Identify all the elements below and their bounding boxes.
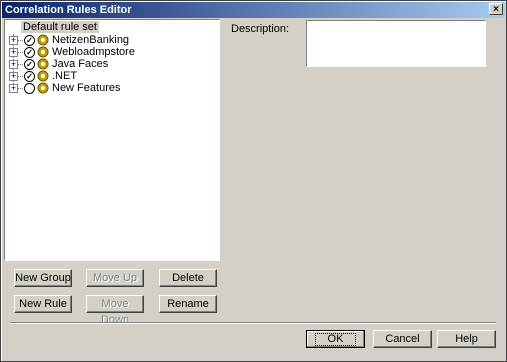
ok-button[interactable]: OK xyxy=(306,330,365,348)
gear-icon xyxy=(37,70,49,82)
tree-root-default-rule-set[interactable]: Default rule set xyxy=(21,21,99,33)
window-title: Correlation Rules Editor xyxy=(5,4,132,16)
rules-tree[interactable]: Default rule set + ✓ NetizenBanking + ✓ … xyxy=(4,19,220,261)
rename-button[interactable]: Rename xyxy=(159,295,217,313)
close-button[interactable]: × xyxy=(489,3,503,15)
new-rule-button[interactable]: New Rule xyxy=(14,295,72,313)
gear-icon xyxy=(37,34,49,46)
check-icon[interactable]: ✓ xyxy=(24,35,35,46)
check-icon[interactable]: ✓ xyxy=(24,59,35,70)
gear-icon xyxy=(37,82,49,94)
ok-button-label: OK xyxy=(314,333,357,346)
gear-icon xyxy=(37,58,49,70)
close-icon: × xyxy=(493,4,499,15)
gear-icon xyxy=(37,46,49,58)
cancel-button[interactable]: Cancel xyxy=(373,330,432,348)
move-down-button[interactable]: Move Down xyxy=(86,295,144,326)
expand-icon[interactable]: + xyxy=(9,60,18,69)
check-icon[interactable]: ✓ xyxy=(24,47,35,58)
move-up-button[interactable]: Move Up xyxy=(86,269,144,287)
delete-button[interactable]: Delete xyxy=(159,269,217,287)
new-group-button[interactable]: New Group xyxy=(14,269,72,287)
description-field[interactable] xyxy=(306,20,486,67)
title-bar: Correlation Rules Editor × xyxy=(2,2,505,18)
expand-icon[interactable]: + xyxy=(9,72,18,81)
tree-item-label: New Features xyxy=(52,82,121,94)
check-icon[interactable]: ✓ xyxy=(24,71,35,82)
expand-icon[interactable]: + xyxy=(9,48,18,57)
expand-icon[interactable]: + xyxy=(9,36,18,45)
description-label: Description: xyxy=(231,23,290,35)
correlation-rules-editor-window: Correlation Rules Editor × Default rule … xyxy=(0,0,507,362)
help-button[interactable]: Help xyxy=(437,330,496,348)
expand-icon[interactable]: + xyxy=(9,84,18,93)
divider xyxy=(10,322,496,324)
unchecked-icon[interactable] xyxy=(24,83,35,94)
